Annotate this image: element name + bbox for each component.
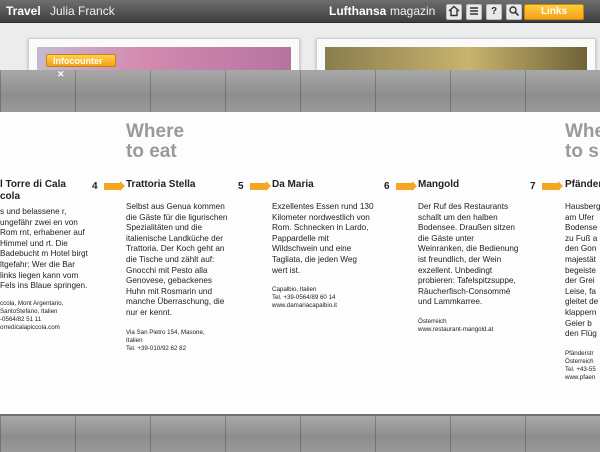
entry-title: l Torre di Cala cola — [0, 179, 66, 202]
brand-suffix: magazin — [390, 4, 436, 18]
entry-address: Capalbio, Italien Tel. +39-0564/89 60 14… — [272, 286, 374, 310]
entry-number: 4 — [92, 181, 98, 192]
entry-title: Trattoria Stella — [126, 179, 196, 190]
entry-torre-di-cala: l Torre di Cala cola s und belassene r, … — [0, 179, 88, 332]
entry-number: 7 — [530, 181, 536, 192]
infocounter-label: Infocounter — [53, 56, 103, 66]
heading-line: to s — [565, 141, 599, 162]
address-line: www.restaurant-mangold.at — [418, 325, 494, 333]
address-line: SantoStefano, Italien — [0, 307, 58, 315]
address-line: Via San Pietro 154, Masone, — [126, 328, 205, 336]
help-button[interactable]: ? — [486, 4, 502, 20]
entry-address: Via San Pietro 154, Masone, Italien Tel.… — [126, 329, 228, 353]
address-line: -0564/82 51 11 — [0, 315, 42, 323]
heading-line: to eat — [126, 141, 177, 162]
section-title: Travel — [6, 4, 41, 18]
entry-body: s und belassene r, ungefähr zwei en von … — [0, 207, 88, 291]
entry-address: Österreich www.restaurant-mangold.at — [418, 318, 520, 334]
entry-da-maria: Da Maria Exzellentes Essen rund 130 Kilo… — [272, 179, 374, 310]
address-line: Italien — [126, 336, 143, 344]
entry-trattoria-stella: Trattoria Stella Selbst aus Genua kommen… — [126, 179, 228, 353]
heading-line: Where — [126, 121, 185, 142]
entry-address: Pfänderstr Österreich Tel. +43-55 www.pf… — [565, 350, 600, 382]
entry-number: 5 — [238, 181, 244, 192]
arrow-marker-icon — [104, 181, 125, 191]
entry-body: Der Ruf des Restaurants schallt um den h… — [418, 202, 519, 307]
address-line: www.pfaen — [565, 373, 596, 381]
help-icon: ? — [490, 6, 498, 17]
address-line: Tel. +43-55 — [565, 365, 596, 373]
arrow-marker-icon — [542, 181, 563, 191]
section-heading-next: Whe to s — [565, 122, 600, 162]
entry-pfaender: Pfänder Hausberg am Ufer Bodense zu Fuß … — [565, 179, 600, 382]
address-line: Tel. +39-0564/89 60 14 — [272, 294, 336, 302]
links-button[interactable]: Links — [524, 4, 584, 20]
search-button[interactable] — [506, 4, 522, 20]
entry-body: Hausberg am Ufer Bodense zu Fuß a den Go… — [565, 202, 600, 339]
brand-name: Lufthansa — [329, 4, 387, 18]
home-icon — [448, 5, 460, 17]
infocounter-tab[interactable]: Infocounter ✕ — [46, 54, 116, 79]
address-line: ccola, Mont Argentario, — [0, 299, 64, 307]
address-line: Österreich — [418, 317, 447, 325]
article-page: Where to eat Whe to s l Torre di Cala co… — [0, 112, 600, 414]
entry-body: Exzellentes Essen rund 130 Kilometer nor… — [272, 202, 374, 275]
list-icon — [470, 7, 478, 15]
concrete-ledge-bottom — [0, 414, 600, 452]
close-icon[interactable]: ✕ — [57, 69, 65, 79]
search-icon — [509, 6, 520, 17]
address-line: Capalbio, Italien — [272, 286, 317, 294]
entry-title: Pfänder — [565, 179, 600, 190]
heading-line: Whe — [565, 121, 600, 142]
entry-body: Selbst aus Genua kommen die Gäste für di… — [126, 202, 228, 317]
address-line: Tel. +39-010/92 62 82 — [126, 344, 187, 352]
entry-address: ccola, Mont Argentario, SantoStefano, It… — [0, 300, 88, 332]
address-line: Pfänderstr — [565, 349, 594, 357]
entry-mangold: Mangold Der Ruf des Restaurants schallt … — [418, 179, 520, 334]
list-button[interactable] — [466, 4, 482, 20]
address-line: www.damariacapalbio.it — [272, 302, 337, 310]
author-name: Julia Franck — [50, 4, 115, 18]
address-line: Österreich — [565, 357, 594, 365]
entry-number: 6 — [384, 181, 390, 192]
arrow-marker-icon — [250, 181, 271, 191]
arrow-marker-icon — [396, 181, 417, 191]
home-button[interactable] — [446, 4, 462, 20]
section-heading: Where to eat — [126, 122, 184, 162]
top-bar: Travel Julia Franck Lufthansa magazin ? … — [0, 0, 600, 23]
entry-title: Mangold — [418, 179, 460, 190]
concrete-ledge-top — [0, 70, 600, 114]
entry-title: Da Maria — [272, 179, 314, 190]
address-line: orredicalapiccola.com — [0, 323, 60, 331]
